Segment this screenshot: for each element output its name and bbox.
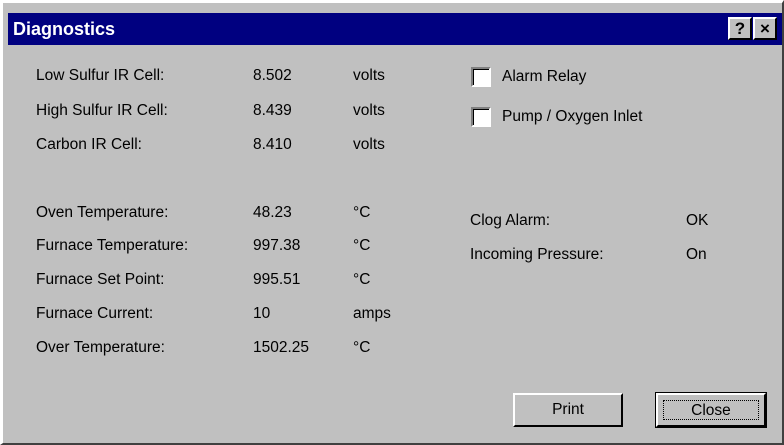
reading-value-furnace-current: 10 [253,305,271,322]
alarm-relay-checkbox[interactable] [471,67,491,87]
incoming-pressure-label: Incoming Pressure: [470,246,604,263]
reading-unit-furnace-temp: °C [353,237,371,254]
reading-unit-oven-temp: °C [353,204,371,221]
clog-alarm-label: Clog Alarm: [470,212,551,229]
reading-unit-low-sulfur: volts [353,67,385,84]
reading-value-furnace-temp: 997.38 [253,237,301,254]
reading-label-furnace-set-point: Furnace Set Point: [36,271,165,288]
pump-oxygen-inlet-label[interactable]: Pump / Oxygen Inlet [502,108,642,126]
alarm-relay-label[interactable]: Alarm Relay [502,68,586,86]
close-button[interactable]: Close [655,392,767,428]
reading-label-low-sulfur: Low Sulfur IR Cell: [36,67,165,84]
title-bar[interactable]: Diagnostics ? × [8,13,782,45]
close-button-focus: Close [663,400,759,420]
reading-label-oven-temp: Oven Temperature: [36,204,169,221]
close-button-label: Close [691,402,731,419]
reading-label-high-sulfur: High Sulfur IR Cell: [36,102,168,119]
reading-value-over-temp: 1502.25 [253,339,310,356]
pump-oxygen-inlet-checkbox[interactable] [471,107,491,127]
reading-unit-over-temp: °C [353,339,371,356]
reading-unit-high-sulfur: volts [353,102,385,119]
reading-label-furnace-current: Furnace Current: [36,305,154,322]
help-button[interactable]: ? [728,17,752,40]
print-button-label: Print [552,401,584,418]
window-title: Diagnostics [13,19,116,39]
reading-unit-carbon: volts [353,136,385,153]
clog-alarm-value: OK [686,212,709,229]
reading-unit-furnace-set-point: °C [353,271,371,288]
reading-label-carbon: Carbon IR Cell: [36,136,142,153]
reading-label-furnace-temp: Furnace Temperature: [36,237,189,254]
reading-value-carbon: 8.410 [253,136,292,153]
reading-value-oven-temp: 48.23 [253,204,292,221]
incoming-pressure-value: On [686,246,707,263]
reading-value-low-sulfur: 8.502 [253,67,292,84]
close-window-button[interactable]: × [753,17,777,40]
reading-value-furnace-set-point: 995.51 [253,271,301,288]
print-button[interactable]: Print [513,393,623,427]
reading-value-high-sulfur: 8.439 [253,102,292,119]
reading-label-over-temp: Over Temperature: [36,339,165,356]
reading-unit-furnace-current: amps [353,305,391,322]
